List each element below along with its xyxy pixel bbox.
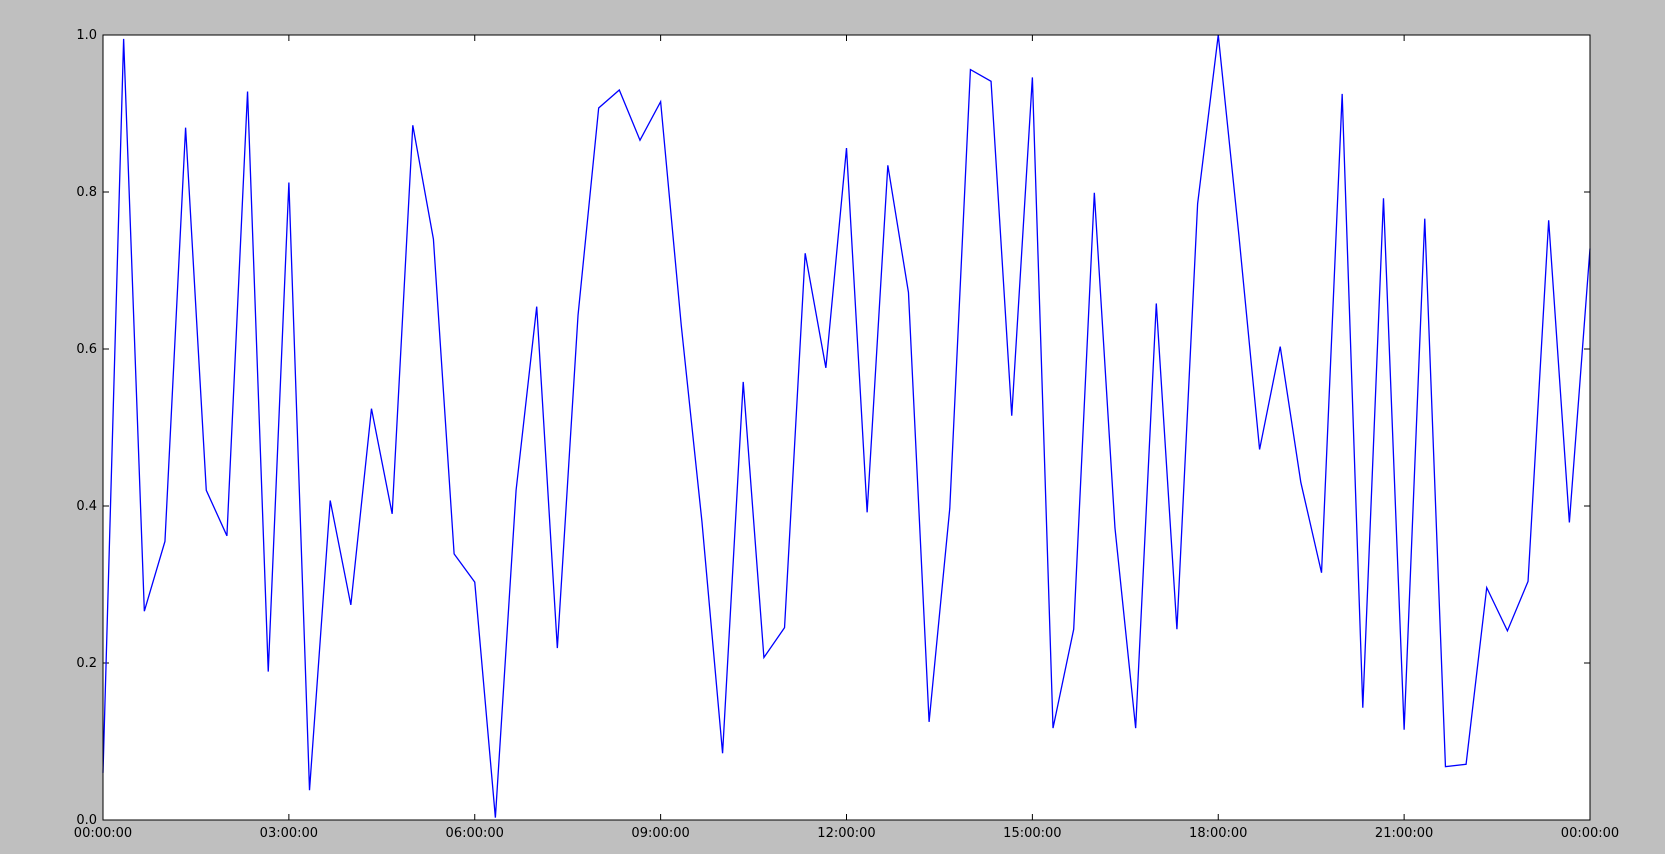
y-tick-label: 0.6 [76, 342, 97, 357]
x-tick-label: 00:00:00 [1561, 826, 1619, 841]
x-tick-label: 00:00:00 [74, 826, 132, 841]
x-tick-label: 09:00:00 [631, 826, 689, 841]
y-tick-label: 0.0 [76, 813, 97, 828]
x-tick-label: 03:00:00 [260, 826, 318, 841]
x-tick-label: 06:00:00 [446, 826, 504, 841]
y-tick-label: 0.2 [76, 656, 97, 671]
x-axis-tick-labels: 00:00:00 03:00:00 06:00:00 09:00:00 12:00:00… [74, 826, 1619, 841]
y-tick-label: 0.8 [76, 185, 97, 200]
y-tick-label: 1.0 [76, 28, 97, 43]
line-chart: 00:00:00 03:00:00 06:00:00 09:00:00 12:00:00… [74, 28, 1619, 841]
y-axis-tick-labels: 0.0 0.2 0.4 0.6 0.8 1.0 [76, 28, 97, 828]
x-tick-label: 21:00:00 [1375, 826, 1433, 841]
x-tick-label: 15:00:00 [1003, 826, 1061, 841]
x-tick-label: 18:00:00 [1189, 826, 1247, 841]
x-tick-label: 12:00:00 [817, 826, 875, 841]
y-tick-label: 0.4 [76, 499, 97, 514]
